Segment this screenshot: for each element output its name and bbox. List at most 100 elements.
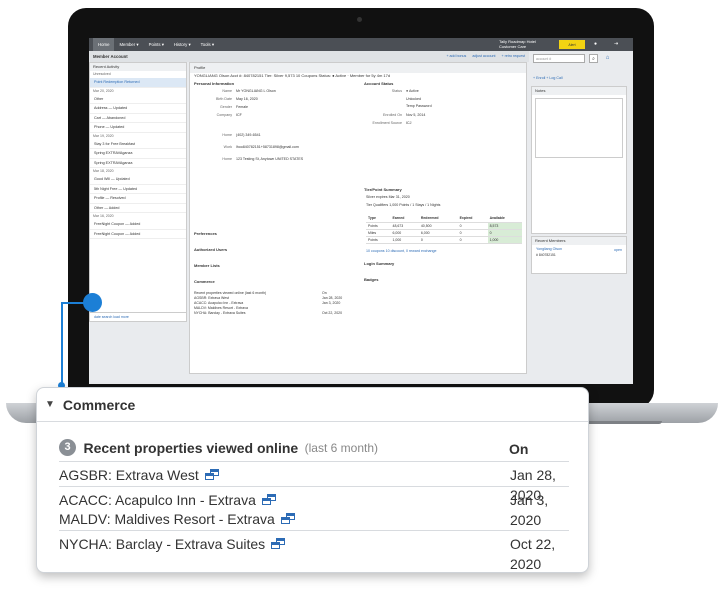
home-icon[interactable]: ⌂ [603,54,612,63]
recent-properties-label: Recent properties viewed online [83,439,299,456]
recent-activity-header: Recent Activity [90,63,186,71]
property-name[interactable]: AGSBR: Extrava West [59,467,199,483]
left-footer[interactable]: date search load more [90,312,186,321]
status-value: ● Active [406,89,419,93]
page-title: Member Account [93,54,128,59]
status-field: Unlocked [360,97,520,102]
field-key: Work [223,145,232,149]
field-key: Birth Date [216,97,232,101]
points-cell: 8,573 [487,222,522,230]
points-row: Miles 6,000 6,000 0 0 [366,229,522,237]
adjust-account-link[interactable]: adjust account [472,54,495,58]
open-member-link[interactable]: open [614,248,622,252]
commerce-heading[interactable]: Commerce [190,279,215,285]
open-window-icon[interactable] [261,494,277,506]
search-icon[interactable]: ⌕ [589,54,598,63]
notes-textarea[interactable] [535,98,623,158]
profile-panel: Profile YONGLIANG Olson Acct #: 84078215… [189,62,527,374]
mini-commerce-row: NYCHA: Barclay - Extrava Suites Oct 22, 2… [194,311,354,316]
activity-item[interactable]: Other [90,95,186,104]
add-bonus-link[interactable]: + add bonus [446,54,466,58]
open-window-icon[interactable] [280,513,296,525]
status-key: Status [391,89,402,93]
nav-tools[interactable]: Tools ▾ [196,38,219,51]
field-value: lhoo840782151+58731898@gmail.com [236,145,299,149]
nav-home[interactable]: Home [93,38,115,51]
property-link[interactable]: MALDV: Maldives Resort - Extrava [59,509,296,529]
coupons-line[interactable]: 10 coupons 10 discount, 0 reward exchang… [366,249,437,254]
field-key: Gender [220,105,232,109]
property-name[interactable]: NYCHA: Barclay - Extrava Suites [59,536,265,552]
top-nav: Home Member ▾ Points ▾ History ▾ Tools ▾… [89,38,633,51]
preferences-heading[interactable]: Preferences [190,231,217,237]
account-status-heading: Account Status [364,81,394,86]
points-cell: 6,000 [418,229,458,237]
open-window-icon[interactable] [271,538,286,550]
nav-member[interactable]: Member ▾ [114,38,143,51]
badges-heading[interactable]: Badges [360,277,378,283]
mini-property-name[interactable]: MALDV: Maldives Resort - Extrava [194,306,248,310]
personal-field: Work lhoo840782151+58731898@gmail.com [190,145,358,150]
property-link[interactable]: NYCHA: Barclay - Extrava Suites [59,534,286,554]
activity-item[interactable]: FreeNight Coupon — Added [90,230,186,239]
authorized-users-heading[interactable]: Authorized Users [190,247,227,253]
field-value: ICF [236,113,242,117]
personal-info-heading: Personal Information [194,81,235,86]
status-value: Unlocked [406,97,421,101]
brand-logo: Tally Roadmap Hotel Customer Care [499,39,536,49]
property-link[interactable]: ACACC: Acapulco Inn - Extrava [59,490,277,510]
bell-icon[interactable]: ● [594,41,597,47]
mini-property-name[interactable]: NYCHA: Barclay - Extrava Suites [194,311,246,315]
property-name[interactable]: ACACC: Acapulco Inn - Extrava [59,492,256,508]
points-header-cell: Expired [457,215,488,223]
points-cell: 1,000 [487,236,522,244]
search-input[interactable]: account # [533,54,585,63]
recent-property-row: ACACC: Acapulco Inn - Extrava MALDV: Mald… [59,486,569,530]
activity-item[interactable]: Other — Added [90,204,186,213]
activity-item[interactable]: Profile — Resolved [90,194,186,204]
retro-request-link[interactable]: + retro request [502,54,525,58]
commerce-callout: ▼ Commerce 3 Recent properties viewed on… [36,387,589,573]
property-name[interactable]: MALDV: Maldives Resort - Extrava [59,511,275,527]
logout-icon[interactable]: ⇥ [614,41,618,47]
activity-item[interactable]: FreeNight Coupon — Added [90,220,186,230]
points-cell: Miles [366,229,391,237]
status-key: Enrollment Source [372,121,402,125]
recent-member-name[interactable]: Yongliang Olson [532,245,626,253]
commerce-header[interactable]: ▼ Commerce [37,388,588,422]
activity-item[interactable]: Spring EXTRAVAganza [90,159,186,168]
enroll-log-links[interactable]: + Enroll + Log Call [533,76,563,80]
status-field: Temp Password [360,104,520,109]
mini-property-name[interactable]: ACACC: Acapulco Inn - Extrava [194,301,243,305]
activity-item[interactable]: Address — Updated [90,104,186,114]
recent-property-row: NYCHA: Barclay - Extrava Suites Oct 22, 2… [59,530,569,572]
nav-points[interactable]: Points ▾ [144,38,169,51]
personal-field: Name Mr YONGLIANG L Olson [190,89,358,94]
activity-item[interactable]: Stay 3 for Free Breakfast [90,140,186,149]
mini-property-name[interactable]: AGSBR: Extrava West [194,296,229,300]
activity-item[interactable]: Phone — Updated [90,123,186,133]
property-link[interactable]: AGSBR: Extrava West [59,465,220,485]
status-field: Status ● Active [360,89,520,94]
nav-history[interactable]: History ▾ [169,38,196,51]
recent-properties-header: 3 Recent properties viewed online (last … [59,439,579,461]
recent-member-acct: # 840782151 [536,253,556,257]
camera [357,17,362,22]
member-lists-heading[interactable]: Member Lists [190,263,220,269]
login-summary-heading[interactable]: Login Summary [360,261,394,267]
alert-button[interactable]: Alert [559,40,585,49]
commerce-title: Commerce [62,396,136,413]
activity-item[interactable]: Good Will — Updated [90,175,186,185]
collapse-caret-icon[interactable]: ▼ [45,399,55,410]
recent-activity-panel: Recent Activity Unresolved Point Redempt… [89,62,187,322]
open-window-icon[interactable] [204,469,220,481]
activity-date: Mar 19, 2020 [93,133,114,138]
activity-item[interactable]: Spring EXTRAVAganza [90,149,186,159]
activity-item[interactable]: Cart — Abandoned [90,114,186,123]
profile-tab[interactable]: Profile [190,63,526,73]
activity-item[interactable]: 5th Night Free — Updated [90,185,186,194]
field-value: 123 Testing St, Anytown UNITED STATES [236,157,304,161]
brand-sub: Customer Care [499,43,527,49]
status-field: Enrolled On Nov 5, 2014 [360,113,520,118]
activity-item-selected[interactable]: Point Redemption Returned [90,78,186,88]
